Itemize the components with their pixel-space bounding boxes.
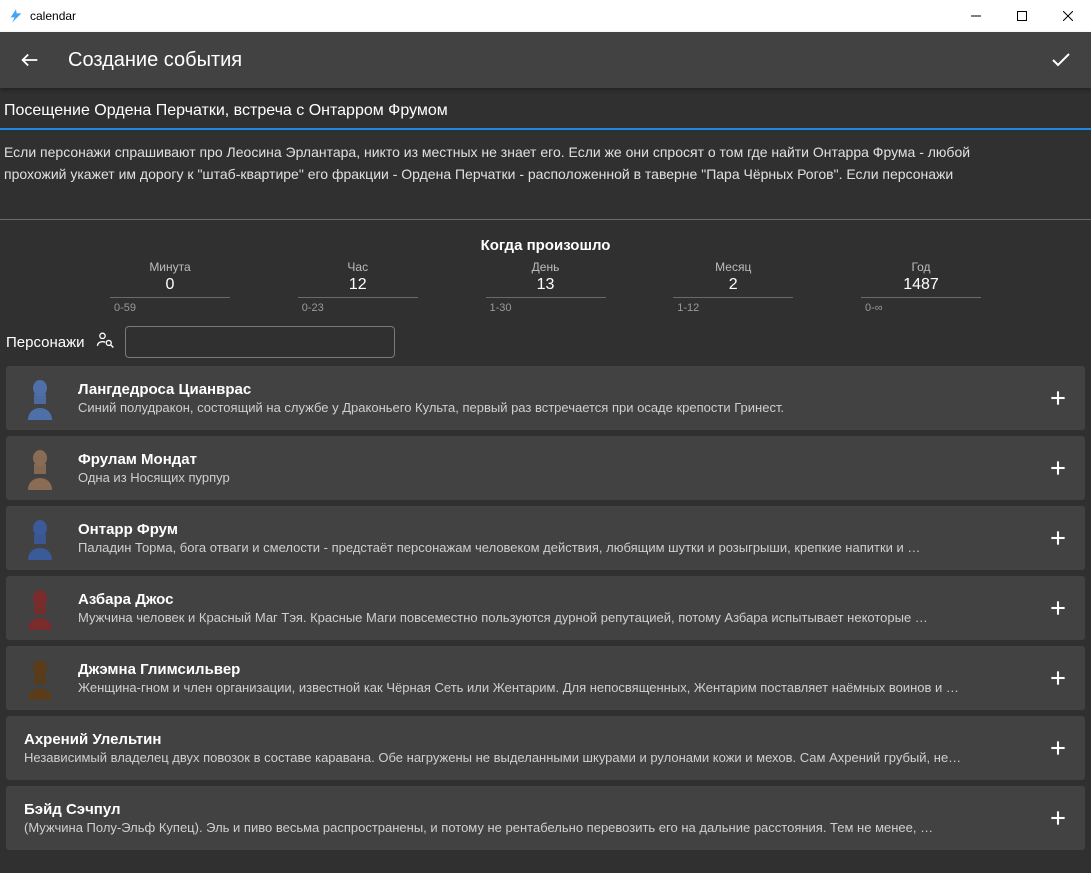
character-description: Синий полудракон, состоящий на службе у … [78, 398, 1043, 415]
when-field: День 1-30 [486, 260, 606, 314]
character-description: Женщина-гном и член организации, известн… [78, 678, 1043, 695]
window-maximize-button[interactable] [999, 0, 1045, 32]
back-button[interactable] [16, 46, 44, 74]
when-field-label: День [532, 260, 560, 274]
when-field: Год 0-∞ [861, 260, 981, 314]
characters-list: Лангдедроса Цианврас Синий полудракон, с… [0, 366, 1091, 850]
when-field-label: Час [347, 260, 368, 274]
character-name: Бэйд Сэчпул [24, 801, 1043, 818]
add-character-button[interactable] [1043, 663, 1073, 693]
character-name: Джэмна Глимсильвер [78, 661, 1043, 678]
character-description: Одна из Носящих пурпур [78, 468, 1043, 485]
characters-label: Персонажи [6, 334, 85, 351]
character-name: Фрулам Мондат [78, 451, 1043, 468]
character-avatar [18, 656, 62, 700]
character-name: Азбара Джос [78, 591, 1043, 608]
when-field-input[interactable] [673, 274, 793, 298]
characters-search-input[interactable] [125, 326, 395, 358]
characters-row: Персонажи [0, 320, 1091, 366]
event-title-input[interactable] [0, 88, 1091, 130]
when-field-input[interactable] [486, 274, 606, 298]
app-bar: Создание события [0, 32, 1091, 88]
when-field-hint: 1-30 [486, 298, 512, 314]
character-card[interactable]: Бэйд Сэчпул (Мужчина Полу-Эльф Купец). Э… [6, 786, 1085, 850]
when-field: Минута 0-59 [110, 260, 230, 314]
add-character-button[interactable] [1043, 733, 1073, 763]
window-title: calendar [30, 9, 953, 23]
character-body: Ахрений Улельтин Независимый владелец дв… [18, 731, 1043, 765]
window-controls [953, 0, 1091, 32]
when-field-input[interactable] [110, 274, 230, 298]
character-card[interactable]: Онтарр Фрум Паладин Торма, бога отваги и… [6, 506, 1085, 570]
when-field-input[interactable] [298, 274, 418, 298]
add-character-button[interactable] [1043, 523, 1073, 553]
character-body: Джэмна Глимсильвер Женщина-гном и член о… [78, 661, 1043, 695]
when-row: Минута 0-59 Час 0-23 День 1-30 Месяц 1-1… [0, 260, 1091, 320]
add-character-button[interactable] [1043, 593, 1073, 623]
character-card[interactable]: Джэмна Глимсильвер Женщина-гном и член о… [6, 646, 1085, 710]
character-card[interactable]: Фрулам Мондат Одна из Носящих пурпур [6, 436, 1085, 500]
add-character-button[interactable] [1043, 383, 1073, 413]
window-titlebar: calendar [0, 0, 1091, 32]
page-title: Создание события [68, 49, 242, 72]
window-close-button[interactable] [1045, 0, 1091, 32]
character-avatar [18, 376, 62, 420]
character-description: (Мужчина Полу-Эльф Купец). Эль и пиво ве… [24, 818, 1043, 835]
character-avatar [18, 586, 62, 630]
person-search-icon [95, 330, 115, 355]
when-field-hint: 0-23 [298, 298, 324, 314]
character-body: Азбара Джос Мужчина человек и Красный Ма… [78, 591, 1043, 625]
when-section-label: Когда произошло [0, 225, 1091, 260]
when-field-hint: 0-∞ [861, 298, 883, 314]
when-field-hint: 1-12 [673, 298, 699, 314]
character-body: Лангдедроса Цианврас Синий полудракон, с… [78, 381, 1043, 415]
when-field-input[interactable] [861, 274, 981, 298]
character-description: Мужчина человек и Красный Маг Тэя. Красн… [78, 608, 1043, 625]
app-logo-icon [8, 8, 24, 24]
character-body: Фрулам Мондат Одна из Носящих пурпур [78, 451, 1043, 485]
when-field-hint: 0-59 [110, 298, 136, 314]
character-card[interactable]: Ахрений Улельтин Независимый владелец дв… [6, 716, 1085, 780]
add-character-button[interactable] [1043, 453, 1073, 483]
character-body: Онтарр Фрум Паладин Торма, бога отваги и… [78, 521, 1043, 555]
when-field-label: Минута [149, 260, 190, 274]
character-name: Ахрений Улельтин [24, 731, 1043, 748]
window-minimize-button[interactable] [953, 0, 999, 32]
character-avatar [18, 446, 62, 490]
character-name: Онтарр Фрум [78, 521, 1043, 538]
character-description: Независимый владелец двух повозок в сост… [24, 748, 1043, 765]
character-card[interactable]: Лангдедроса Цианврас Синий полудракон, с… [6, 366, 1085, 430]
character-avatar [18, 516, 62, 560]
character-card[interactable]: Азбара Джос Мужчина человек и Красный Ма… [6, 576, 1085, 640]
event-description-input[interactable] [0, 130, 1091, 220]
add-character-button[interactable] [1043, 803, 1073, 833]
when-field: Час 0-23 [298, 260, 418, 314]
character-description: Паладин Торма, бога отваги и смелости - … [78, 538, 1043, 555]
when-field-label: Месяц [715, 260, 751, 274]
when-field: Месяц 1-12 [673, 260, 793, 314]
confirm-button[interactable] [1047, 46, 1075, 74]
when-field-label: Год [911, 260, 930, 274]
character-name: Лангдедроса Цианврас [78, 381, 1043, 398]
character-body: Бэйд Сэчпул (Мужчина Полу-Эльф Купец). Э… [18, 801, 1043, 835]
